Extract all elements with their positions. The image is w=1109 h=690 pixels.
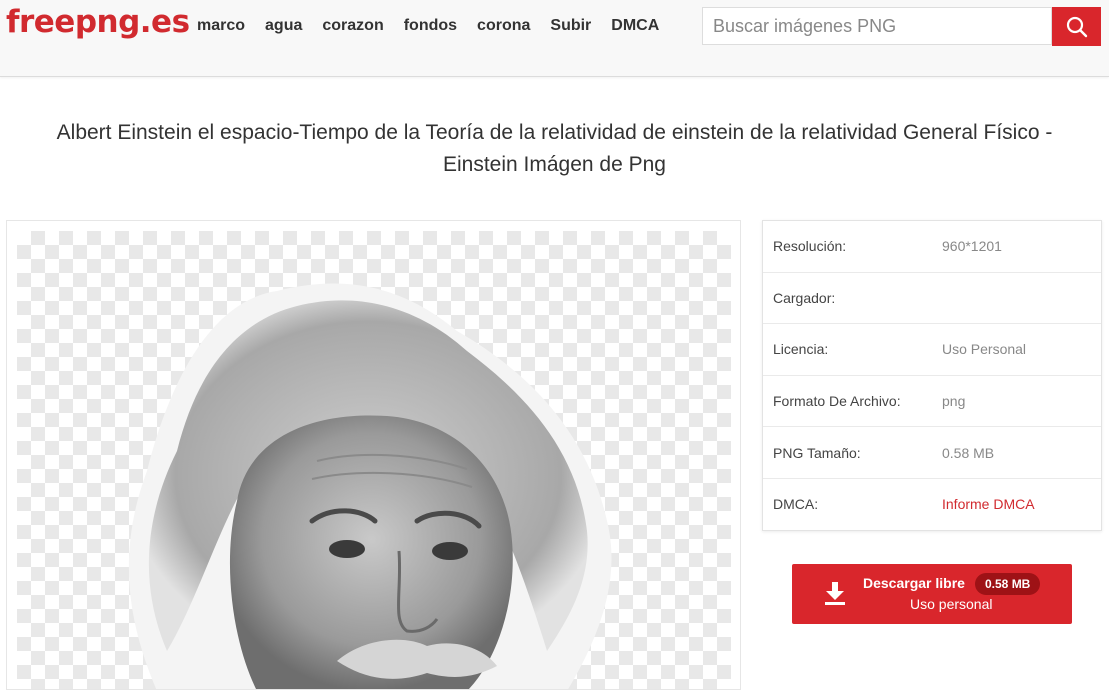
info-label: Resolución: — [773, 238, 847, 255]
info-label: Cargador: — [773, 289, 836, 306]
info-label: Formato De Archivo: — [773, 393, 901, 410]
info-row-dmca: DMCA: Informe DMCA — [763, 479, 1101, 530]
dmca-report-link[interactable]: Informe DMCA — [942, 496, 1035, 512]
image-info-card: Resolución: 960*1201 Cargador: Licencia:… — [762, 220, 1102, 531]
info-row-file-format: Formato De Archivo: png — [763, 376, 1101, 428]
nav-link-corona[interactable]: corona — [477, 17, 530, 35]
nav-link-corazon[interactable]: corazon — [322, 17, 383, 35]
nav-link-agua[interactable]: agua — [265, 17, 302, 35]
image-preview-panel — [6, 220, 741, 690]
page-title: Albert Einstein el espacio-Tiempo de la … — [56, 121, 1053, 176]
download-button[interactable]: Descargar libre 0.58 MB Uso personal — [792, 564, 1072, 624]
info-row-png-size: PNG Tamaño: 0.58 MB — [763, 427, 1101, 479]
einstein-portrait-image — [128, 283, 612, 689]
site-logo[interactable]: freepng.es — [6, 4, 190, 40]
info-value: Uso Personal — [942, 341, 1027, 358]
info-value: 960*1201 — [942, 238, 1002, 255]
nav-link-subir[interactable]: Subir — [550, 17, 591, 35]
info-label: PNG Tamaño: — [773, 444, 861, 461]
site-header: freepng.es marco agua corazon fondos cor… — [0, 0, 1109, 77]
info-label: Licencia: — [773, 341, 829, 358]
info-label: DMCA: — [773, 496, 819, 513]
search-button[interactable] — [1052, 7, 1101, 46]
search-icon — [1066, 16, 1087, 37]
file-size-badge: 0.58 MB — [975, 573, 1041, 595]
info-row-uploader: Cargador: — [763, 273, 1101, 325]
info-value: png — [942, 393, 966, 410]
search-input[interactable] — [702, 7, 1052, 45]
nav-link-fondos[interactable]: fondos — [404, 17, 457, 35]
download-label: Descargar libre — [863, 575, 965, 591]
download-icon — [825, 582, 845, 605]
info-row-license: Licencia: Uso Personal — [763, 324, 1101, 376]
nav-link-dmca[interactable]: DMCA — [611, 17, 659, 35]
info-value: 0.58 MB — [942, 444, 995, 461]
main-nav: marco agua corazon fondos corona Subir D… — [197, 17, 679, 35]
info-row-resolution: Resolución: 960*1201 — [763, 221, 1101, 273]
download-sublabel: Uso personal — [910, 596, 993, 612]
nav-link-marco[interactable]: marco — [197, 17, 245, 35]
